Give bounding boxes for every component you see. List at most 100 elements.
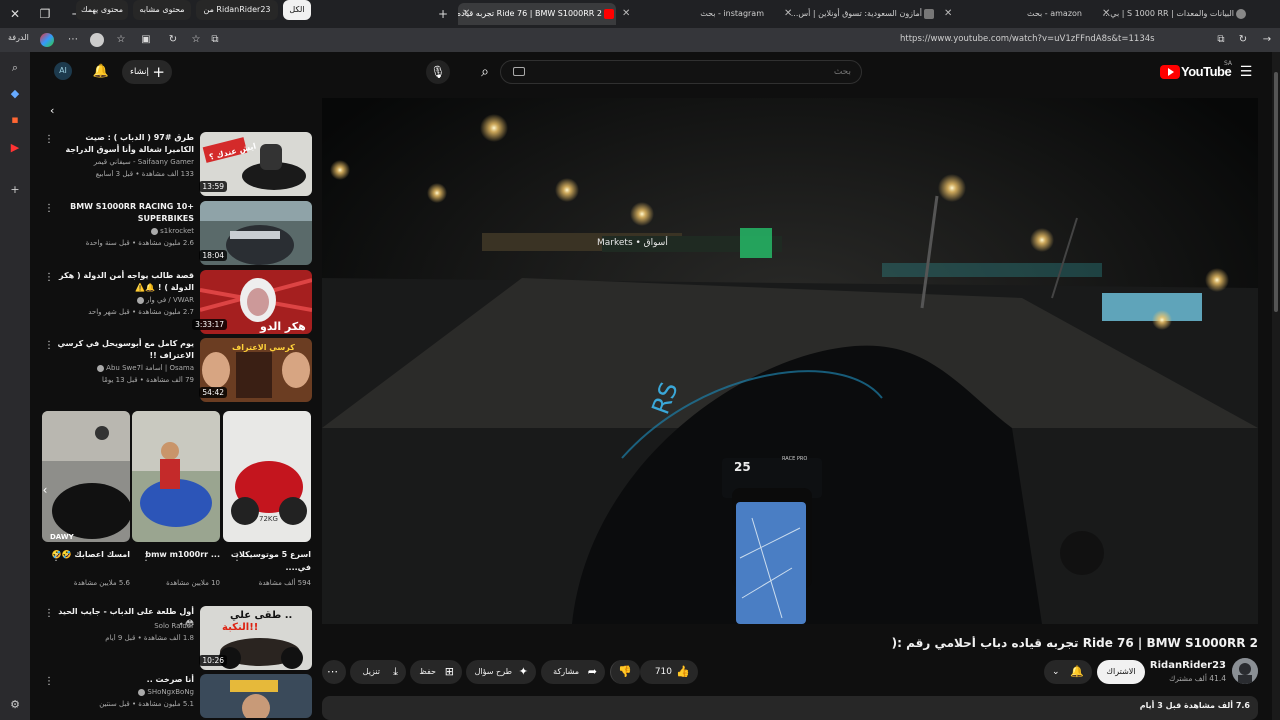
chip-all[interactable]: الكل [283, 0, 311, 20]
bookmark-star-icon[interactable]: ☆ [114, 33, 128, 47]
video-player[interactable]: Markets • أسواق RS 25 RACE PRO [322, 98, 1258, 624]
more-options-icon[interactable]: ⋮ [44, 203, 54, 214]
chip-for-you[interactable]: محتوى يهمك [76, 0, 128, 20]
back-arrow-icon[interactable]: → [1260, 33, 1274, 47]
shorts-prev-arrow-icon[interactable]: ‹ [36, 480, 54, 500]
more-options-icon[interactable]: ⋮ [44, 676, 54, 687]
tab-instagram-search[interactable]: ✕ instagram - بحث [618, 3, 778, 25]
browser-ai-icon[interactable] [40, 33, 54, 47]
amazon-favicon-icon [924, 9, 934, 19]
recommendation-item[interactable]: كرسي الاعتراف 54:42 يوم كامل مع أبوسويحل… [40, 338, 312, 402]
save-button[interactable]: ⊞ حفظ [410, 660, 462, 684]
refresh-icon[interactable]: ↻ [166, 33, 180, 47]
chip-from-channel[interactable]: من RidanRider23 [196, 0, 278, 20]
video-title[interactable]: BMW S1000RR RACING 10+ SUPERBIKES [56, 201, 194, 225]
tab-youtube-video[interactable]: ✕ Ride 76 | BMW S1000RR 2 تجربه قياده دب… [458, 3, 616, 25]
like-count[interactable]: 710 [655, 660, 672, 684]
tab-amazon-sa[interactable]: ✕ أمازون السعودية: تسوق أونلاين | أس... [780, 3, 936, 25]
shop-icon[interactable]: ▪ [7, 112, 23, 128]
keyboard-icon[interactable] [513, 67, 525, 76]
verified-icon [137, 296, 145, 304]
more-options-icon[interactable]: ⋮ [232, 552, 242, 563]
close-window-icon[interactable]: ✕ [7, 6, 23, 22]
hamburger-menu-icon[interactable]: ☰ [1238, 64, 1254, 80]
tab-label: البيانات والمعدات | S 1000 RR | بي... [1102, 9, 1234, 18]
restore-window-icon[interactable]: ❐ [37, 6, 53, 22]
search-icon[interactable]: ⌕ [7, 60, 23, 76]
channel-avatar[interactable] [1232, 658, 1258, 684]
more-options-icon[interactable]: ⋮ [44, 134, 54, 145]
short-image: DAWY [42, 411, 130, 542]
recommendation-item[interactable]: هكر الدو 3:33:17 قصة طالب يواجه أمن الدو… [40, 270, 312, 334]
short-thumbnail[interactable] [132, 411, 220, 542]
channel-name[interactable]: VWAR / في وار [56, 296, 194, 304]
more-options-icon[interactable]: ⋮ [141, 552, 151, 563]
verified-icon [97, 364, 105, 372]
recommendation-item[interactable]: طقى علي .. النكبة!! 10:26 أول طلعة على ا… [40, 606, 312, 670]
more-icon[interactable]: ⋯ [66, 33, 80, 47]
channel-name[interactable]: Saifaany Gamer - سيفاني قيمر [56, 158, 194, 166]
more-options-icon[interactable]: ⋮ [44, 340, 54, 351]
recommendation-item[interactable]: 18:04 BMW S1000RR RACING 10+ SUPERBIKES … [40, 201, 312, 265]
more-options-icon[interactable]: ⋮ [44, 272, 54, 283]
account-avatar[interactable]: AI [54, 62, 72, 80]
settings-gear-icon[interactable]: ⚙ [7, 697, 23, 713]
close-tab-icon[interactable]: ✕ [622, 3, 630, 25]
more-actions-button[interactable]: ⋯ [322, 660, 346, 684]
page-scrollbar[interactable] [1272, 52, 1280, 720]
share-button[interactable]: ➦ مشاركة [541, 660, 605, 684]
channel-name[interactable]: s1krocket [56, 227, 194, 235]
more-options-icon[interactable]: ⋮ [51, 552, 61, 563]
tab-amazon-search[interactable]: ✕ amazon - بحث [940, 3, 1096, 25]
copy-url-icon[interactable]: ⧉ [1214, 33, 1228, 47]
ask-button[interactable]: ✦ طرح سؤال [466, 660, 536, 684]
youtube-sidebar-icon[interactable]: ▶ [7, 140, 23, 156]
extensions-icon[interactable]: ▣ [139, 33, 153, 47]
video-title[interactable]: أنا صرخت .. [56, 674, 194, 686]
close-tab-icon[interactable]: ✕ [1102, 3, 1110, 25]
new-tab-icon[interactable]: + [435, 6, 451, 22]
subscribe-button[interactable]: الاشتراك [1097, 660, 1145, 684]
channel-name[interactable]: Solo Raider [56, 622, 194, 630]
add-panel-icon[interactable]: + [7, 182, 23, 198]
scrollbar-thumb[interactable] [1274, 72, 1278, 312]
video-title[interactable]: يوم كامل مع أبوسويحل في كرسي الاعتراف !! [56, 338, 194, 362]
youtube-play-icon [1160, 65, 1180, 79]
save-label: حفظ [419, 667, 436, 676]
messenger-icon[interactable]: ◆ [7, 86, 23, 102]
video-title[interactable]: طرق #97 ( الدباب ) : صيت الكاميرا شغالة … [56, 132, 194, 156]
search-input[interactable] [531, 64, 851, 80]
tab-bmw-specs[interactable]: ✕ البيانات والمعدات | S 1000 RR | بي... [1098, 3, 1248, 25]
like-icon[interactable]: 👍 [676, 660, 690, 684]
notification-settings-button[interactable]: 🔔 ⌄ [1044, 660, 1092, 684]
description-box[interactable]: 7.6 ألف مشاهدة قبل 3 أيام [322, 696, 1258, 720]
channel-name[interactable]: SHoNgxBoNg [56, 688, 194, 696]
video-thumbnail[interactable] [200, 674, 312, 718]
short-image [132, 411, 220, 542]
chip-related[interactable]: محتوى مشابه [133, 0, 191, 20]
more-options-icon[interactable]: ⋮ [44, 608, 54, 619]
short-thumbnail[interactable]: DAWY [42, 411, 130, 542]
close-tab-icon[interactable]: ✕ [462, 3, 470, 25]
recommendation-item[interactable]: ايش عندك ؟ 13:59 طرق #97 ( الدباب ) : صي… [40, 132, 312, 196]
video-title[interactable]: قصة طالب يواجه أمن الدولة ( هكر الدولة )… [56, 270, 194, 294]
short-thumbnail[interactable]: 72KG [223, 411, 311, 542]
search-box[interactable] [500, 60, 862, 84]
dislike-button[interactable]: 👎 [610, 660, 640, 684]
create-button[interactable]: إنشاء + [122, 60, 172, 84]
profile-icon[interactable] [90, 33, 104, 47]
url-field[interactable]: https://www.youtube.com/watch?v=uV1zFFnd… [900, 34, 1210, 44]
search-icon[interactable]: ⌕ [471, 60, 499, 84]
short-views: 10 ملايين مشاهدة [166, 579, 220, 587]
chips-prev-arrow-icon[interactable]: ‹ [50, 104, 54, 117]
notifications-bell-icon[interactable]: 🔔 [92, 62, 110, 82]
screenshot-icon[interactable]: ⧉ [208, 33, 222, 47]
reload-icon[interactable]: ↻ [1236, 33, 1250, 47]
favorite-icon[interactable]: ☆ [189, 33, 203, 47]
close-tab-icon[interactable]: ✕ [944, 3, 952, 25]
channel-name[interactable]: Osama | أسامة Abu Swe7l [56, 364, 194, 372]
microphone-icon[interactable]: 🎙 [426, 60, 450, 84]
recommendation-item[interactable]: أنا صرخت .. SHoNgxBoNg 5.1 مليون مشاهدة … [40, 674, 312, 718]
close-tab-icon[interactable]: ✕ [784, 3, 792, 25]
download-button[interactable]: ⤓ تنزيل [350, 660, 406, 684]
